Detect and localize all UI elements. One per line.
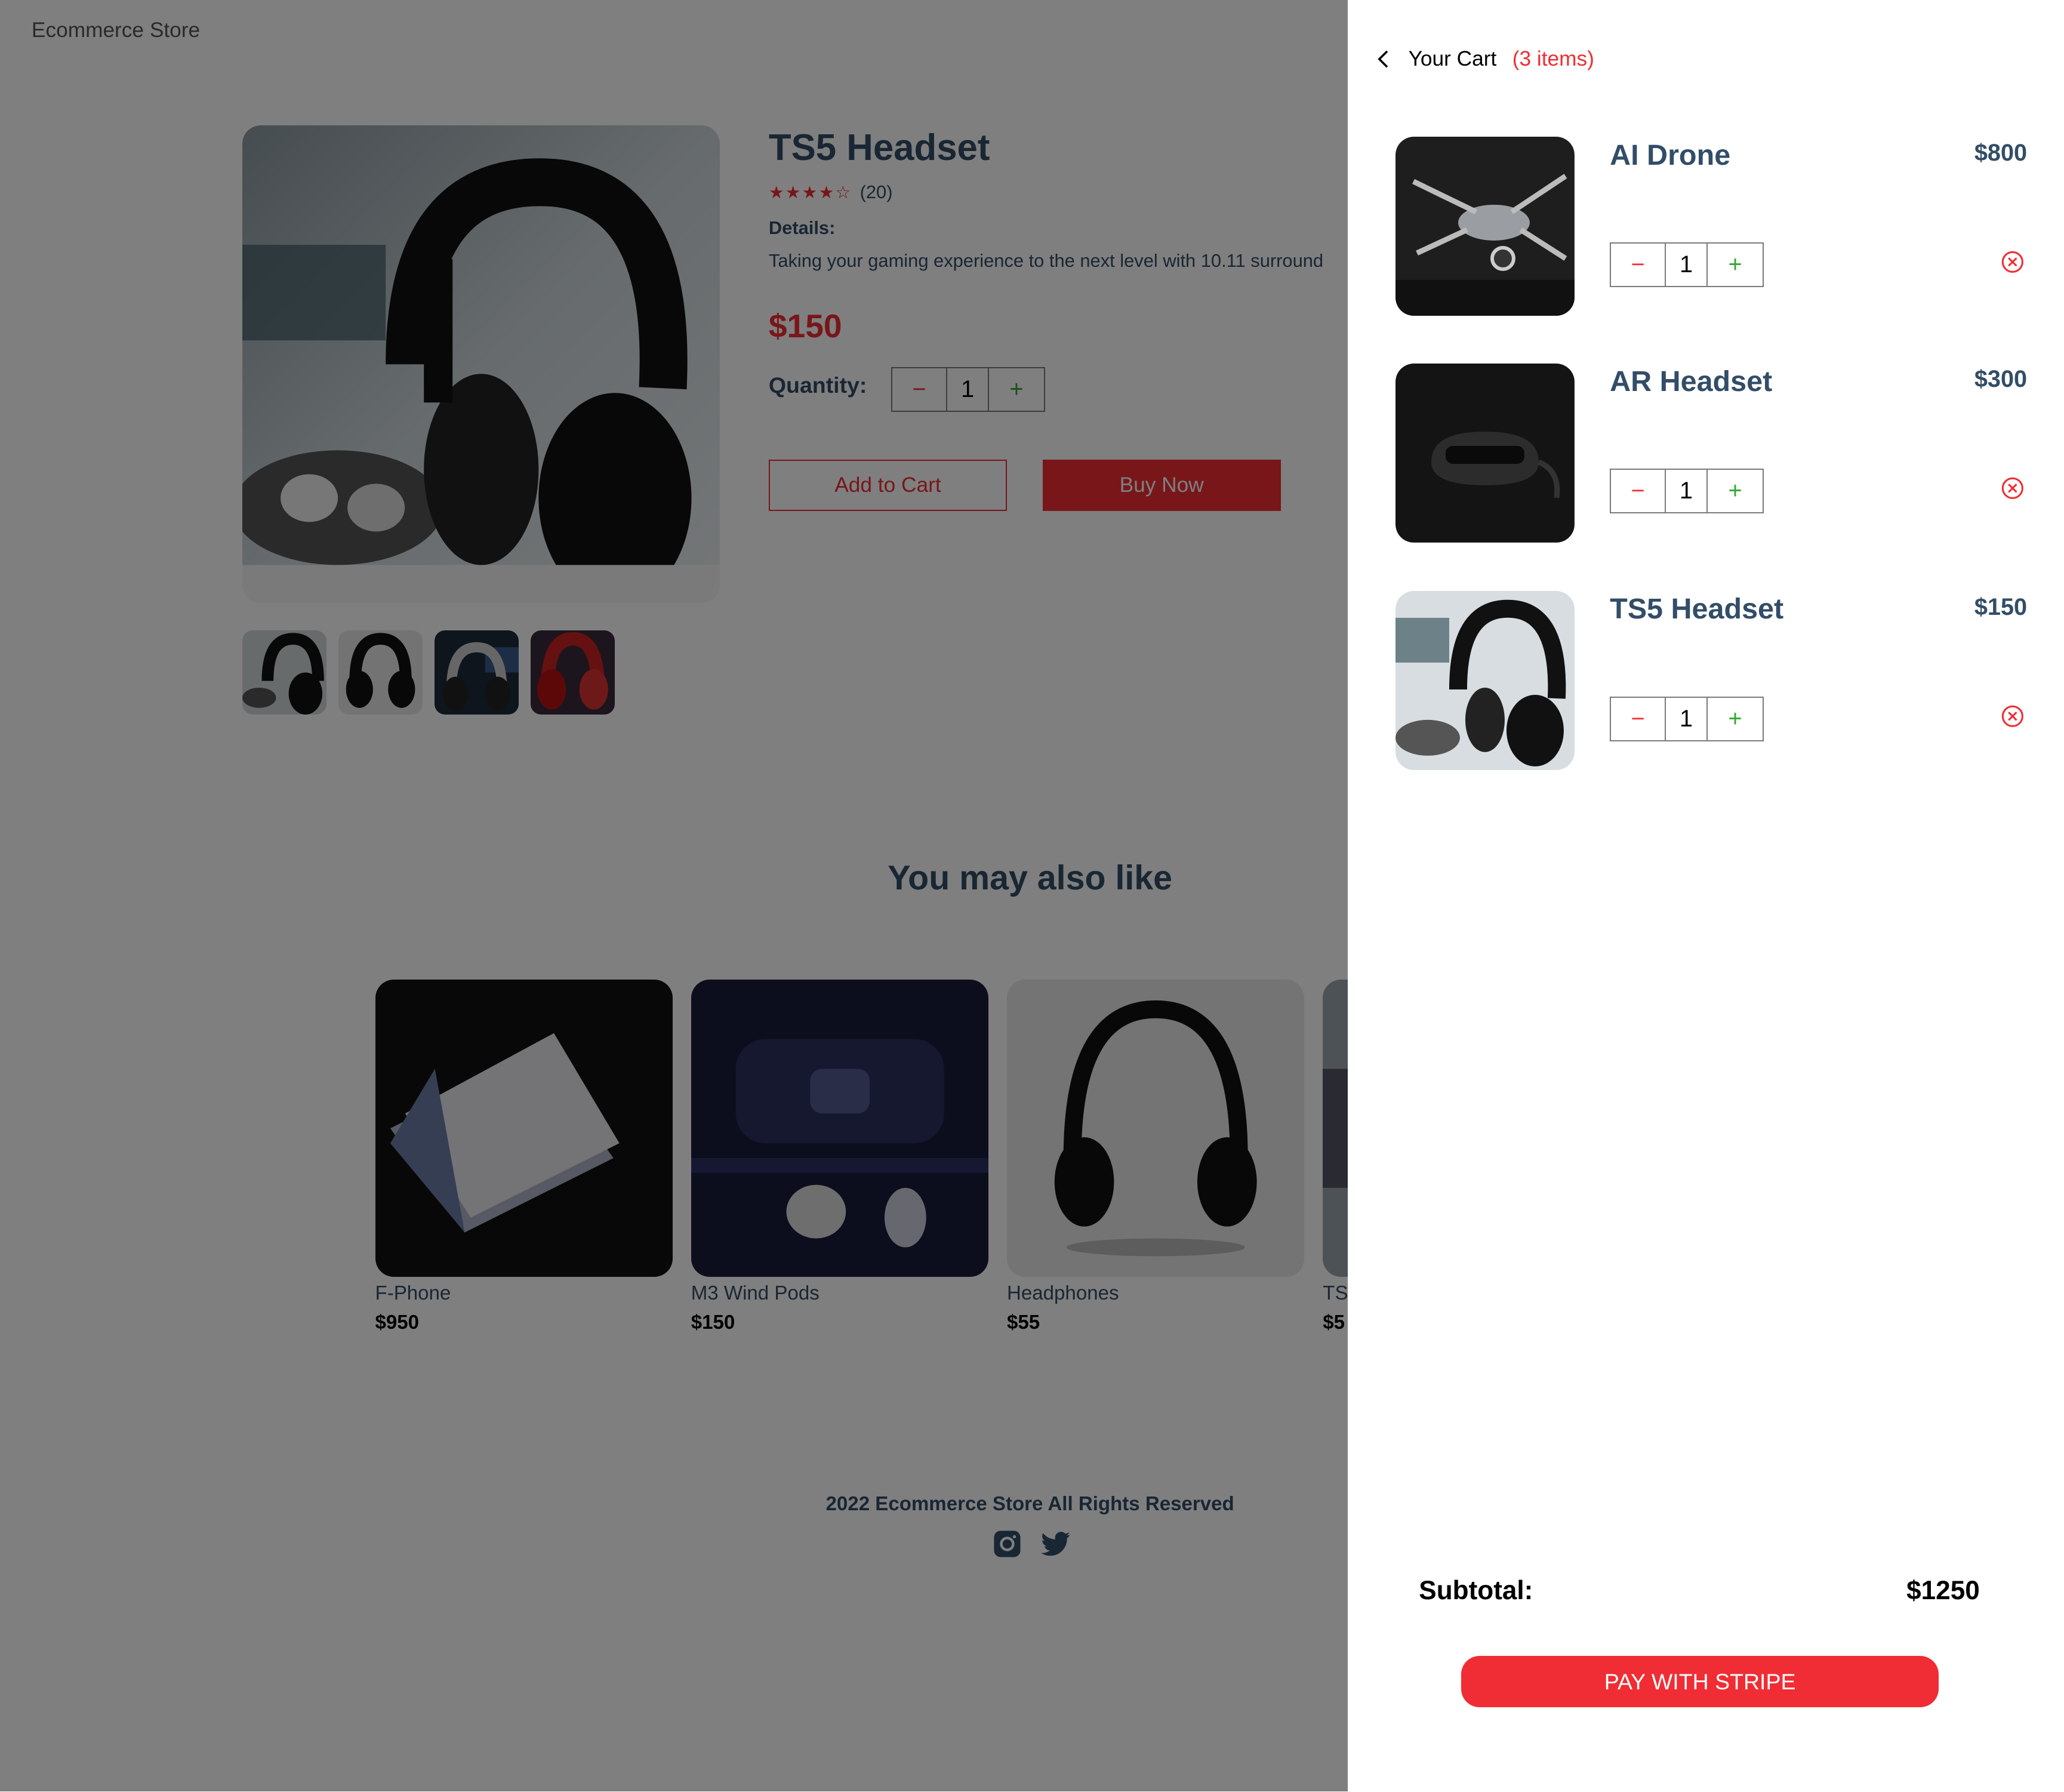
- pay-with-stripe-button[interactable]: PAY WITH STRIPE: [1461, 1656, 1939, 1708]
- page-dim-overlay[interactable]: [0, 0, 1348, 1792]
- cart-item: AR Headset $300 − 1 +: [1395, 363, 2028, 543]
- cart-header[interactable]: Your Cart (3 items): [1374, 46, 1594, 72]
- cart-item-image: [1395, 591, 1575, 771]
- cart-item: TS5 Headset $150 − 1 +: [1395, 591, 2028, 771]
- decrease-quantity-button[interactable]: −: [1611, 243, 1666, 286]
- cart-item-image: [1395, 137, 1575, 316]
- remove-circle-icon[interactable]: [2001, 476, 2025, 500]
- cart-item: AI Drone $800 − 1 +: [1395, 137, 2028, 316]
- cart-item-name: AI Drone: [1610, 138, 1731, 171]
- increase-quantity-button[interactable]: +: [1708, 470, 1763, 512]
- quantity-value: 1: [1666, 697, 1708, 740]
- cart-item-image: [1395, 363, 1575, 543]
- quantity-value: 1: [1666, 243, 1708, 286]
- cart-title: Your Cart: [1408, 47, 1497, 71]
- remove-circle-icon[interactable]: [2001, 250, 2025, 274]
- cart-item-price: $150: [1974, 593, 2028, 620]
- cart-panel: Your Cart (3 items) AI Drone $800 − 1 +: [1348, 0, 2064, 1792]
- cart-item-quantity-stepper: − 1 +: [1610, 242, 1764, 287]
- cart-item-name: AR Headset: [1610, 365, 1773, 398]
- remove-circle-icon[interactable]: [2001, 704, 2025, 728]
- decrease-quantity-button[interactable]: −: [1611, 470, 1666, 513]
- cart-item-price: $800: [1974, 139, 2028, 166]
- chevron-left-icon[interactable]: [1374, 46, 1393, 72]
- increase-quantity-button[interactable]: +: [1708, 698, 1763, 740]
- decrease-quantity-button[interactable]: −: [1611, 697, 1666, 740]
- subtotal-label: Subtotal:: [1419, 1575, 1533, 1605]
- subtotal-value: $1250: [1906, 1575, 1980, 1605]
- increase-quantity-button[interactable]: +: [1708, 244, 1763, 286]
- cart-item-quantity-stepper: − 1 +: [1610, 469, 1764, 514]
- cart-item-name: TS5 Headset: [1610, 593, 1784, 626]
- quantity-value: 1: [1666, 470, 1708, 513]
- cart-item-price: $300: [1974, 366, 2028, 393]
- cart-item-count: (3 items): [1512, 47, 1594, 71]
- cart-item-quantity-stepper: − 1 +: [1610, 696, 1764, 741]
- cart-subtotal: Subtotal: $1250: [1419, 1576, 1979, 1606]
